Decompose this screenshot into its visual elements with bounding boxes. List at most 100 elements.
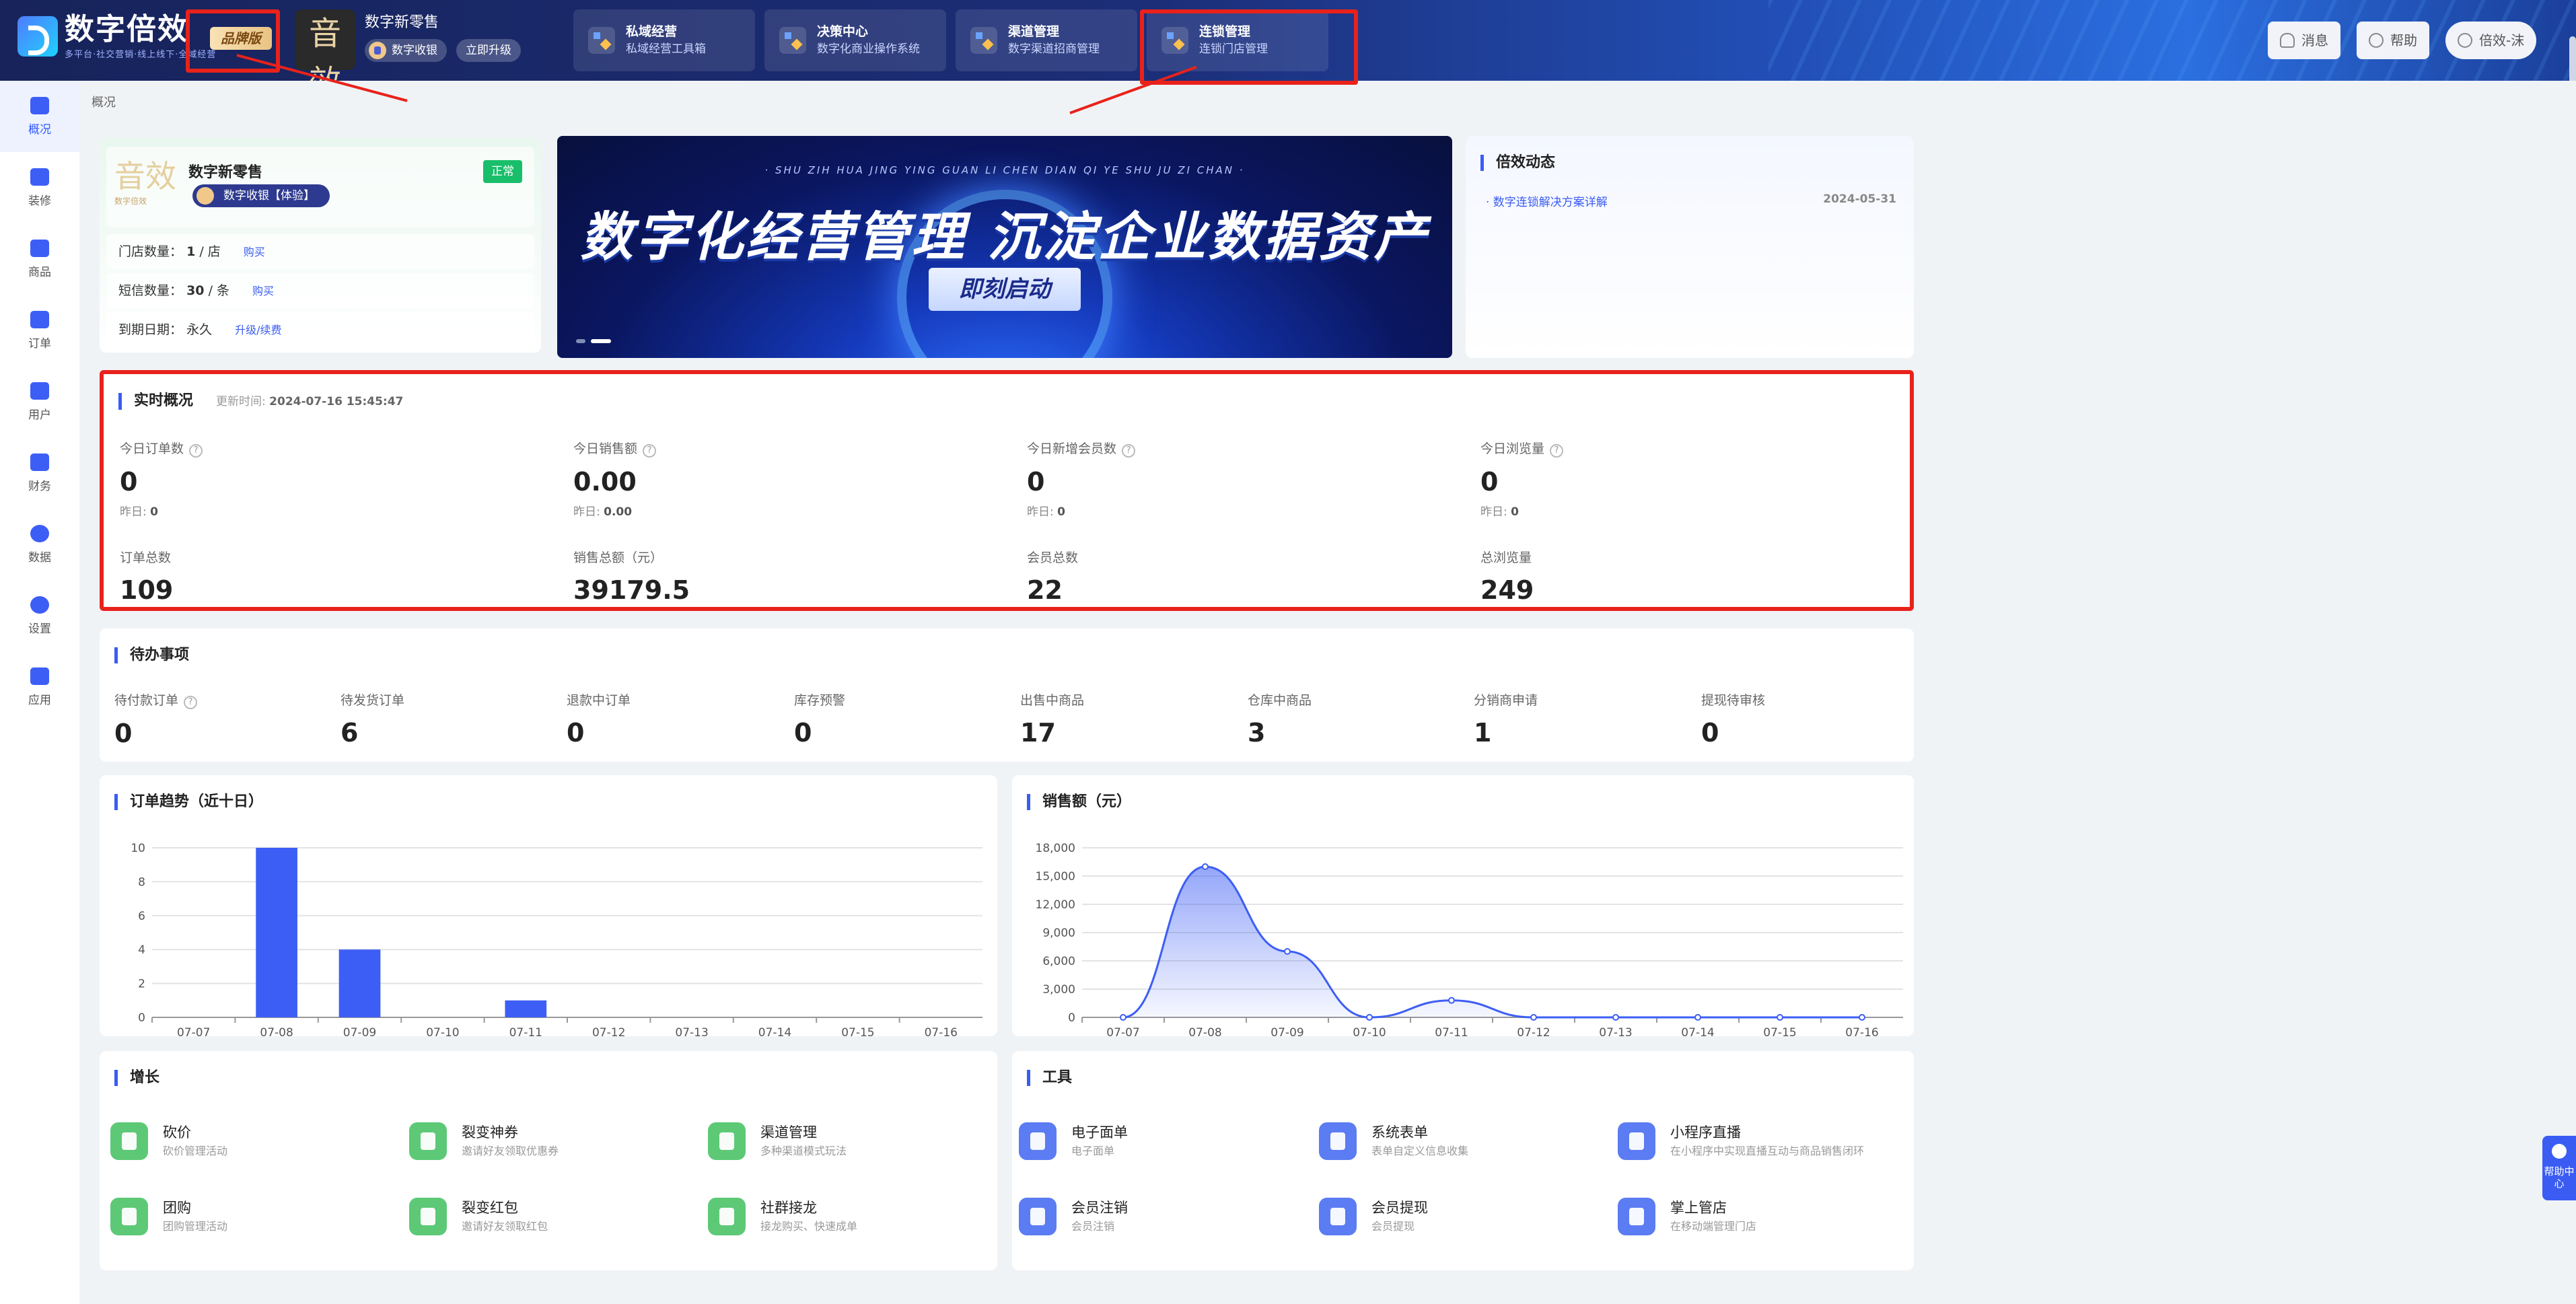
- x-tick-label: 07-11: [1435, 1026, 1468, 1036]
- buy-stores-link[interactable]: 购买: [244, 246, 265, 258]
- sms-count-row: 短信数量： 30 / 条购买: [106, 273, 534, 308]
- help-icon[interactable]: ?: [184, 696, 198, 709]
- help-center-button[interactable]: 帮助中心: [2542, 1136, 2576, 1200]
- update-time: 更新时间: 2024-07-16 15:45:47: [216, 395, 404, 408]
- sidebar-item-apps[interactable]: 应用: [0, 651, 79, 723]
- bell-icon: [2280, 33, 2295, 48]
- area-fill: [1123, 867, 1862, 1017]
- tool-item-member-withdraw[interactable]: 会员提现 会员提现: [1319, 1198, 1428, 1235]
- data-point: [1694, 1014, 1701, 1021]
- nav-private-domain[interactable]: 私域经营 私域经营工具箱: [573, 9, 755, 71]
- y-tick-label: 15,000: [1036, 870, 1075, 883]
- data-point: [1120, 1014, 1126, 1021]
- y-tick-label: 0: [1068, 1011, 1075, 1025]
- stat-total-orders: 订单总数 109: [120, 550, 174, 605]
- todo-item[interactable]: 库存预警 0: [794, 690, 845, 748]
- banner-pagination[interactable]: [576, 339, 616, 343]
- store-count-row: 门店数量： 1 / 店购买: [106, 234, 534, 269]
- news-item[interactable]: · 数字连锁解决方案详解 2024-05-31: [1486, 192, 1896, 209]
- channel-tree-icon: [708, 1122, 746, 1160]
- x-tick-label: 07-09: [1271, 1026, 1303, 1036]
- y-tick-label: 18,000: [1036, 842, 1075, 855]
- shop-info-card: 音效 数字倍效 数字新零售 数字收银【体验】 正常 门店数量： 1 / 店购买 短…: [100, 137, 541, 353]
- tool-item-member-cancel[interactable]: 会员注销 会员注销: [1019, 1198, 1128, 1235]
- sidebar-item-settings[interactable]: 设置: [0, 580, 79, 651]
- wallet-icon: [1319, 1198, 1357, 1235]
- tool-item-live[interactable]: 小程序直播 在小程序中实现直播互动与商品销售闭环: [1618, 1122, 1907, 1160]
- y-tick-label: 4: [138, 943, 145, 957]
- x-tick-label: 07-07: [177, 1026, 210, 1036]
- growth-item-coupon[interactable]: 裂变神券 邀请好友领取优惠券: [409, 1122, 559, 1160]
- x-tick-label: 07-09: [343, 1026, 376, 1036]
- logo-icon: [17, 15, 58, 57]
- y-tick-label: 12,000: [1036, 898, 1075, 912]
- todo-item[interactable]: 分销商申请 1: [1474, 690, 1538, 748]
- help-icon[interactable]: ?: [1550, 444, 1564, 458]
- todo-item[interactable]: 提现待审核 0: [1701, 690, 1765, 748]
- order-icon: [30, 310, 49, 328]
- message-button[interactable]: 消息: [2268, 22, 2340, 59]
- tool-item-form[interactable]: 系统表单 表单自定义信息收集: [1319, 1122, 1468, 1160]
- todo-item[interactable]: 退款中订单 0: [567, 690, 631, 748]
- tool-item-waybill[interactable]: 电子面单 电子面单: [1019, 1122, 1128, 1160]
- nav-channel-management[interactable]: 渠道管理 数字渠道招商管理: [956, 9, 1137, 71]
- sidebar-item-overview[interactable]: 概况: [0, 81, 79, 152]
- growth-item-group-buy[interactable]: 团购 团购管理活动: [110, 1198, 227, 1235]
- growth-item-solitaire[interactable]: 社群接龙 接龙购买、快速成单: [708, 1198, 857, 1235]
- banner-start-button[interactable]: 即刻启动: [929, 268, 1081, 311]
- private-domain-icon: [588, 27, 615, 54]
- x-tick-label: 07-10: [1353, 1026, 1386, 1036]
- data-point: [1366, 1014, 1373, 1021]
- renew-link[interactable]: 升级/续费: [235, 324, 281, 336]
- sales-trend-chart: 0 3,000 6,000 9,000 12,000 15,000 18,000 07-07 0…: [1036, 842, 1903, 1036]
- data-point: [1530, 1014, 1537, 1021]
- product-icon: [30, 239, 49, 257]
- x-tick-label: 07-16: [1845, 1026, 1878, 1036]
- y-tick-label: 3,000: [1042, 983, 1075, 997]
- sidebar-item-orders[interactable]: 订单: [0, 295, 79, 366]
- x-tick-label: 07-11: [509, 1026, 542, 1036]
- upgrade-button[interactable]: 立即升级: [456, 39, 521, 62]
- realtime-title: 实时概况 更新时间: 2024-07-16 15:45:47: [118, 393, 403, 410]
- edition-badge: 数字收银: [365, 39, 447, 62]
- todo-item[interactable]: 出售中商品 17: [1020, 690, 1084, 748]
- help-icon[interactable]: ?: [189, 444, 203, 458]
- help-icon[interactable]: ?: [1122, 444, 1136, 458]
- sidebar-item-decoration[interactable]: 装修: [0, 152, 79, 223]
- growth-item-channel[interactable]: 渠道管理 多种渠道模式玩法: [708, 1122, 847, 1160]
- growth-item-bargain[interactable]: 砍价 砍价管理活动: [110, 1122, 227, 1160]
- shop-switcher[interactable]: 音效数字倍效 数字新零售 数字收银 立即升级: [295, 9, 521, 81]
- x-tick-label: 07-15: [841, 1026, 874, 1036]
- sidebar-item-users[interactable]: 用户: [0, 366, 79, 437]
- data-point: [1777, 1014, 1783, 1021]
- sidebar: 概况 装修 商品 订单 用户 财务 数据 设置 应用: [0, 81, 79, 1304]
- x-tick-label: 07-08: [1188, 1026, 1221, 1036]
- header-scrollbar[interactable]: [2569, 36, 2576, 81]
- todo-item[interactable]: 待付款订单? 0: [114, 690, 198, 748]
- growth-item-red-packet[interactable]: 裂变红包 邀请好友领取红包: [409, 1198, 548, 1235]
- data-point: [1612, 1014, 1619, 1021]
- sidebar-item-finance[interactable]: 财务: [0, 437, 79, 509]
- x-tick-label: 07-15: [1763, 1026, 1796, 1036]
- user-menu[interactable]: 倍效-沫: [2445, 22, 2537, 59]
- mobile-icon: [1618, 1198, 1655, 1235]
- shop-card-name: 数字新零售: [188, 164, 263, 181]
- bar: [256, 848, 297, 1017]
- sidebar-item-products[interactable]: 商品: [0, 223, 79, 295]
- sidebar-item-data[interactable]: 数据: [0, 509, 79, 580]
- todo-item[interactable]: 仓库中商品 3: [1248, 690, 1312, 748]
- shop-card-edition: 数字收银【体验】: [192, 184, 330, 207]
- group-buy-icon: [110, 1198, 148, 1235]
- stat-today-orders: 今日订单数? 0 昨日: 0: [120, 439, 203, 519]
- growth-title: 增长: [114, 1070, 159, 1086]
- help-icon[interactable]: ?: [643, 444, 657, 458]
- status-badge: 正常: [483, 160, 522, 183]
- promo-banner[interactable]: · SHU ZIH HUA JING YING GUAN LI CHEN DIA…: [557, 136, 1452, 358]
- nav-decision-center[interactable]: 决策中心 数字化商业操作系统: [764, 9, 946, 71]
- user-icon: [2458, 33, 2472, 48]
- tool-item-mobile-store[interactable]: 掌上管店 在移动端管理门店: [1618, 1198, 1756, 1235]
- help-button[interactable]: 帮助: [2357, 22, 2429, 59]
- todo-item[interactable]: 待发货订单 6: [341, 690, 404, 748]
- buy-sms-link[interactable]: 购买: [252, 285, 274, 297]
- x-tick-label: 07-13: [675, 1026, 708, 1036]
